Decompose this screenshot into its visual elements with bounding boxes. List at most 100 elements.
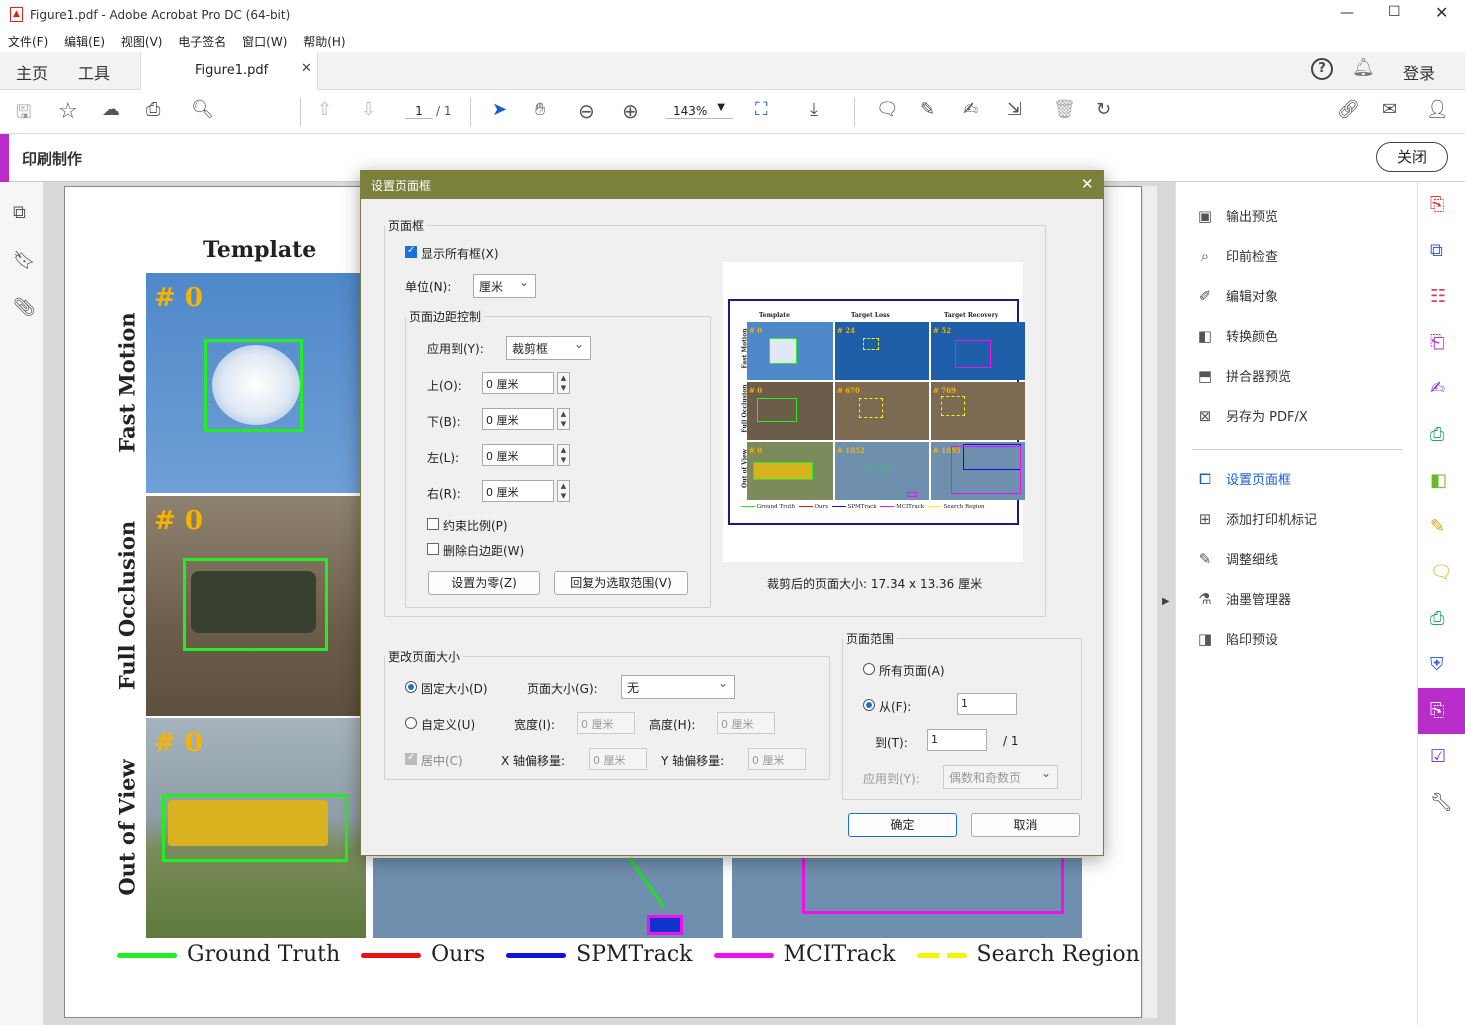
dialog-close-icon[interactable]: ✕ <box>1081 175 1094 193</box>
menu-edit[interactable]: 编辑(E) <box>64 35 105 49</box>
active-tool-highlight[interactable]: ⎘ <box>1418 688 1465 734</box>
set-to-zero-button[interactable]: 设置为零(Z) <box>428 571 540 595</box>
right-margin-input[interactable]: 0 厘米 <box>482 480 554 502</box>
sign-icon[interactable]: ✍︎ <box>963 99 978 120</box>
zoom-out-icon[interactable]: ⊖ <box>578 99 595 123</box>
tool-flattener-preview[interactable]: ⬒ 拼合器预览 <box>1194 366 1291 386</box>
tab-tools[interactable]: 工具 <box>78 60 110 84</box>
menu-esign[interactable]: 电子签名 <box>178 35 226 49</box>
page-up-icon[interactable]: ⇧ <box>317 99 332 120</box>
cancel-button[interactable]: 取消 <box>971 813 1080 837</box>
compare-icon[interactable]: ◧ <box>1430 470 1447 491</box>
highlight-pen-icon[interactable]: ✎ <box>920 99 935 120</box>
send-pdf-icon[interactable]: ⎙ <box>1430 424 1444 445</box>
tool-fix-hairlines[interactable]: ✎ 调整细线 <box>1194 549 1278 569</box>
account-icon[interactable]: 👤︎ <box>1426 99 1449 120</box>
left-margin-stepper[interactable]: ▲ ▼ <box>557 444 570 466</box>
comment-icon[interactable]: 🗨︎ <box>876 99 899 120</box>
checklist-icon[interactable]: ☑ <box>1430 746 1446 767</box>
tool-convert-colors[interactable]: ◧ 转换颜色 <box>1194 326 1278 346</box>
hand-icon[interactable]: ✋︎ <box>535 99 545 120</box>
combine-files-icon[interactable]: ⧉ <box>1430 240 1443 261</box>
cloud-upload-icon[interactable]: ☁ <box>102 99 120 120</box>
rotate-icon[interactable]: ↻ <box>1096 99 1111 120</box>
scrollbar[interactable] <box>1143 186 1157 1018</box>
scroll-mode-icon[interactable]: ⤓ <box>810 99 818 120</box>
left-margin-input[interactable]: 0 厘米 <box>482 444 554 466</box>
tool-ink-manager[interactable]: ⚗ 油墨管理器 <box>1194 589 1291 609</box>
maximize-button[interactable]: ☐ <box>1388 4 1401 20</box>
revert-to-selection-button[interactable]: 回复为选取范围(V) <box>554 571 688 595</box>
top-margin-input[interactable]: 0 厘米 <box>482 372 554 394</box>
create-pdf-icon[interactable]: ⎘ <box>1430 194 1444 215</box>
fill-sign-icon[interactable]: ✍ <box>1430 378 1445 399</box>
tab-document[interactable]: Figure1.pdf ✕ <box>140 52 318 90</box>
tab-home[interactable]: 主页 <box>16 60 48 84</box>
help-icon[interactable]: ? <box>1311 58 1333 80</box>
trash-icon[interactable]: 🗑︎ <box>1053 99 1076 120</box>
page-size-select[interactable]: 无 <box>621 675 735 699</box>
custom-size-radio[interactable] <box>405 717 417 729</box>
show-all-boxes-checkbox[interactable] <box>405 245 417 258</box>
x-offset-input[interactable]: 0 厘米 <box>589 748 647 770</box>
fixed-size-radio[interactable] <box>405 681 417 693</box>
tool-set-page-boxes[interactable]: ⧠ 设置页面框 <box>1194 469 1291 489</box>
organize-pages-icon[interactable]: ☷ <box>1430 286 1446 307</box>
right-margin-stepper[interactable]: ▲ ▼ <box>557 480 570 502</box>
pages-icon[interactable]: ⧉ <box>13 202 26 223</box>
menu-window[interactable]: 窗口(W) <box>242 35 287 49</box>
unit-select[interactable]: 厘米 <box>473 274 536 298</box>
minimize-button[interactable]: — <box>1340 5 1354 21</box>
star-icon[interactable]: ☆ <box>58 99 78 124</box>
tool-add-printer-marks[interactable]: ⊞ 添加打印机标记 <box>1194 509 1317 529</box>
print-production-icon[interactable]: ⎙ <box>1430 608 1444 629</box>
tool-output-preview[interactable]: ▣ 输出预览 <box>1194 206 1278 226</box>
tool-edit-object[interactable]: ✐ 编辑对象 <box>1194 286 1278 306</box>
tool-preflight[interactable]: ⌕ 印前检查 <box>1194 246 1278 266</box>
zoom-select[interactable]: 143% ▼ <box>665 102 733 119</box>
expand-right-icon[interactable]: ▶ <box>1162 596 1170 607</box>
share-edit-icon[interactable]: ⇲ <box>1007 99 1022 120</box>
mail-icon[interactable]: ✉ <box>1382 99 1397 120</box>
menu-help[interactable]: 帮助(H) <box>303 35 345 49</box>
height-input[interactable]: 0 厘米 <box>717 712 775 734</box>
y-offset-input[interactable]: 0 厘米 <box>748 748 806 770</box>
from-radio[interactable] <box>863 699 875 711</box>
menu-file[interactable]: 文件(F) <box>8 35 48 49</box>
bell-icon[interactable]: 🔔︎ <box>1352 57 1375 78</box>
select-arrow-icon[interactable]: ➤ <box>492 99 507 120</box>
bottom-margin-input[interactable]: 0 厘米 <box>482 408 554 430</box>
from-input[interactable]: 1 <box>957 693 1017 715</box>
constrain-proportions-checkbox[interactable] <box>427 518 439 530</box>
attachment-icon[interactable]: 📎︎ <box>13 297 36 318</box>
menu-view[interactable]: 视图(V) <box>121 35 163 49</box>
search-icon[interactable]: 🔍︎ <box>191 99 214 120</box>
ok-button[interactable]: 确定 <box>848 813 957 837</box>
tool-trap-presets[interactable]: ◨ 陷印预设 <box>1194 629 1278 649</box>
tool-save-pdfx[interactable]: ⊠ 另存为 PDF/X <box>1194 406 1308 426</box>
close-tool-button[interactable]: 关闭 <box>1376 142 1448 172</box>
remove-white-margins-checkbox[interactable] <box>427 543 439 555</box>
page-down-icon[interactable]: ⇩ <box>361 99 376 120</box>
center-checkbox[interactable] <box>405 752 417 765</box>
bottom-margin-stepper[interactable]: ▲ ▼ <box>557 408 570 430</box>
export-pdf-icon[interactable]: ⎗ <box>1430 332 1444 353</box>
close-tab-icon[interactable]: ✕ <box>301 61 312 76</box>
close-window-button[interactable]: ✕ <box>1435 3 1448 22</box>
fit-page-icon[interactable]: ⛶ <box>755 99 768 120</box>
width-input[interactable]: 0 厘米 <box>577 712 635 734</box>
comment-tool-icon[interactable]: 🗨︎ <box>1430 562 1453 583</box>
save-icon[interactable]: 🖫 <box>16 100 31 130</box>
range-apply-select[interactable]: 偶数和奇数页 <box>943 765 1058 789</box>
zoom-in-icon[interactable]: ⊕ <box>622 99 639 123</box>
all-pages-radio[interactable] <box>863 663 875 675</box>
edit-pdf-icon[interactable]: ✎ <box>1430 516 1445 537</box>
login-button[interactable]: 登录 <box>1403 60 1435 84</box>
to-input[interactable]: 1 <box>927 729 987 751</box>
top-margin-stepper[interactable]: ▲ ▼ <box>557 372 570 394</box>
protect-icon[interactable]: ⛨ <box>1430 654 1444 675</box>
print-icon[interactable]: ⎙ <box>146 99 160 120</box>
link-icon[interactable]: 🔗︎ <box>1337 99 1360 120</box>
page-number-input[interactable]: 1 <box>405 104 433 119</box>
bookmark-icon[interactable]: 🔖︎ <box>13 250 36 271</box>
